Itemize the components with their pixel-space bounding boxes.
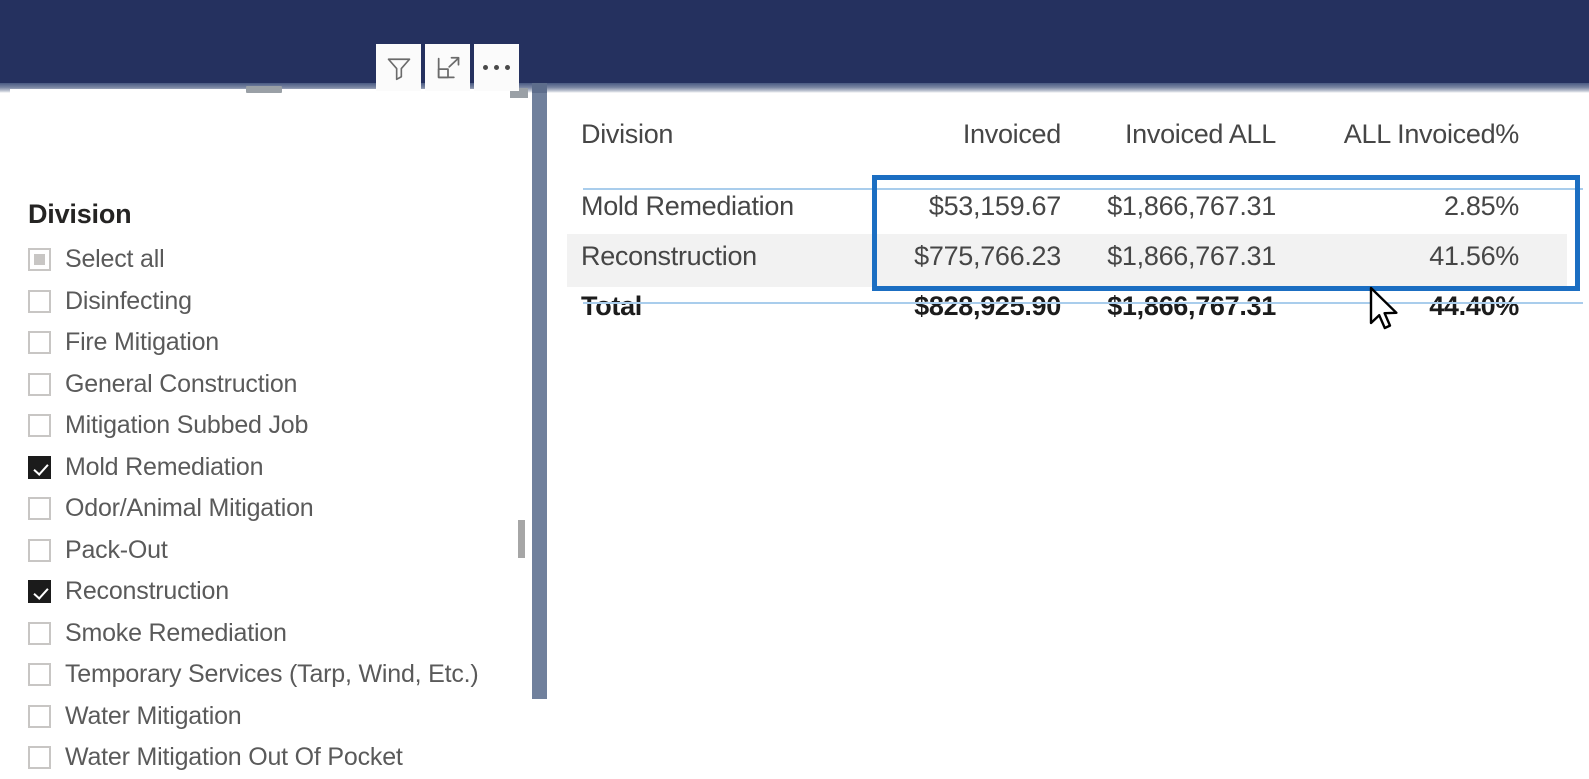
- slicer-item-reconstruction[interactable]: Reconstruction: [28, 571, 526, 613]
- slicer-item-label: Odor/Animal Mitigation: [65, 494, 314, 523]
- column-header-invoiced-all[interactable]: Invoiced ALL: [1067, 119, 1292, 150]
- cell-invoiced-all[interactable]: $1,866,767.31: [1067, 241, 1292, 272]
- slicer-item-pack-out[interactable]: Pack-Out: [28, 530, 526, 572]
- report-header-band: [0, 0, 1589, 83]
- slicer-item-label: Water Mitigation: [65, 701, 242, 730]
- cell-all-invoiced-pct[interactable]: 2.85%: [1292, 191, 1552, 222]
- more-options-icon: [483, 65, 510, 70]
- slicer-item-temporary-services[interactable]: Temporary Services (Tarp, Wind, Etc.): [28, 654, 526, 696]
- checkbox-icon-unchecked[interactable]: [28, 621, 51, 645]
- checkbox-icon-unchecked[interactable]: [28, 538, 51, 562]
- checkbox-icon-unchecked[interactable]: [28, 497, 51, 521]
- slicer-item-label: Mold Remediation: [65, 452, 264, 481]
- slicer-item-label: General Construction: [65, 369, 298, 398]
- slicer-item-water-mitigation-out-of-pocket[interactable]: Water Mitigation Out Of Pocket: [28, 737, 526, 779]
- cell-total-label: Total: [581, 290, 642, 321]
- table-row[interactable]: Reconstruction $775,766.23 $1,866,767.31…: [567, 231, 1567, 281]
- slicer-item-label: Select all: [65, 245, 165, 274]
- table-header-row: Division Invoiced Invoiced ALL ALL Invoi…: [567, 105, 1567, 181]
- checkbox-icon-unchecked[interactable]: [28, 372, 51, 396]
- visual-header-toolbar: [376, 44, 519, 91]
- slicer-item-label: Temporary Services (Tarp, Wind, Etc.): [65, 660, 479, 689]
- slicer-title: Division: [28, 199, 132, 229]
- cell-all-invoiced-pct[interactable]: 41.56%: [1292, 241, 1552, 272]
- cell-total-all-invoiced-pct: 44.40%: [1429, 290, 1519, 321]
- table-total-row[interactable]: Total $828,925.90 $1,866,767.31 44.40%: [567, 281, 1567, 331]
- cell-division[interactable]: Reconstruction: [567, 241, 867, 272]
- cell-invoiced[interactable]: $775,766.23: [867, 241, 1067, 272]
- checkbox-icon-unchecked[interactable]: [28, 414, 51, 438]
- slicer-item-label: Smoke Remediation: [65, 618, 287, 647]
- total-separator-line: [583, 302, 1583, 304]
- checkbox-icon-checked[interactable]: [28, 580, 51, 604]
- checkbox-icon-unchecked[interactable]: [28, 289, 51, 313]
- checkbox-icon-unchecked[interactable]: [28, 331, 51, 355]
- checkbox-icon-unchecked[interactable]: [28, 746, 51, 770]
- slicer-item-mitigation-subbed-job[interactable]: Mitigation Subbed Job: [28, 405, 526, 447]
- slicer-resize-handle-top[interactable]: [246, 86, 282, 93]
- slicer-item-mold-remediation[interactable]: Mold Remediation: [28, 447, 526, 489]
- slicer-item-odor-animal-mitigation[interactable]: Odor/Animal Mitigation: [28, 488, 526, 530]
- header-separator-line: [583, 188, 1583, 190]
- panel-gutter-top: [532, 83, 547, 93]
- cell-division[interactable]: Mold Remediation: [567, 191, 867, 222]
- division-table-visual: Division Invoiced Invoiced ALL ALL Invoi…: [551, 93, 1589, 699]
- column-header-division[interactable]: Division: [567, 119, 867, 150]
- more-options-button[interactable]: [474, 44, 519, 91]
- cell-total-invoiced-all: $1,866,767.31: [1107, 290, 1276, 321]
- checkbox-icon-unchecked[interactable]: [28, 663, 51, 687]
- cell-total-invoiced: $828,925.90: [914, 290, 1061, 321]
- column-header-invoiced[interactable]: Invoiced: [867, 119, 1067, 150]
- panel-gutter: [532, 93, 547, 699]
- slicer-item-general-construction[interactable]: General Construction: [28, 364, 526, 406]
- slicer-item-label: Disinfecting: [65, 286, 192, 315]
- data-table: Division Invoiced Invoiced ALL ALL Invoi…: [567, 105, 1583, 331]
- slicer-item-water-mitigation[interactable]: Water Mitigation: [28, 696, 526, 738]
- cell-invoiced-all[interactable]: $1,866,767.31: [1067, 191, 1292, 222]
- focus-mode-icon: [434, 54, 462, 82]
- slicer-item-list: Select all Disinfecting Fire Mitigation …: [28, 239, 526, 779]
- checkbox-icon-checked[interactable]: [28, 455, 51, 479]
- slicer-item-label: Pack-Out: [65, 535, 168, 564]
- slicer-item-label: Fire Mitigation: [65, 328, 219, 357]
- slicer-item-select-all[interactable]: Select all: [28, 239, 526, 281]
- checkbox-icon-partial[interactable]: [28, 248, 51, 272]
- slicer-item-smoke-remediation[interactable]: Smoke Remediation: [28, 613, 526, 655]
- slicer-scrollbar-thumb[interactable]: [518, 520, 525, 558]
- slicer-item-fire-mitigation[interactable]: Fire Mitigation: [28, 322, 526, 364]
- checkbox-icon-unchecked[interactable]: [28, 704, 51, 728]
- filter-button[interactable]: [376, 44, 421, 91]
- slicer-item-label: Reconstruction: [65, 577, 229, 606]
- filter-icon: [385, 54, 413, 82]
- slicer-item-label: Mitigation Subbed Job: [65, 411, 309, 440]
- column-header-all-invoiced-pct[interactable]: ALL Invoiced%: [1292, 119, 1552, 150]
- division-slicer-panel: Division Select all Disinfecting Fire Mi…: [10, 93, 528, 771]
- slicer-item-label: Water Mitigation Out Of Pocket: [65, 743, 403, 772]
- slicer-item-disinfecting[interactable]: Disinfecting: [28, 281, 526, 323]
- cell-invoiced[interactable]: $53,159.67: [867, 191, 1067, 222]
- focus-mode-button[interactable]: [425, 44, 470, 91]
